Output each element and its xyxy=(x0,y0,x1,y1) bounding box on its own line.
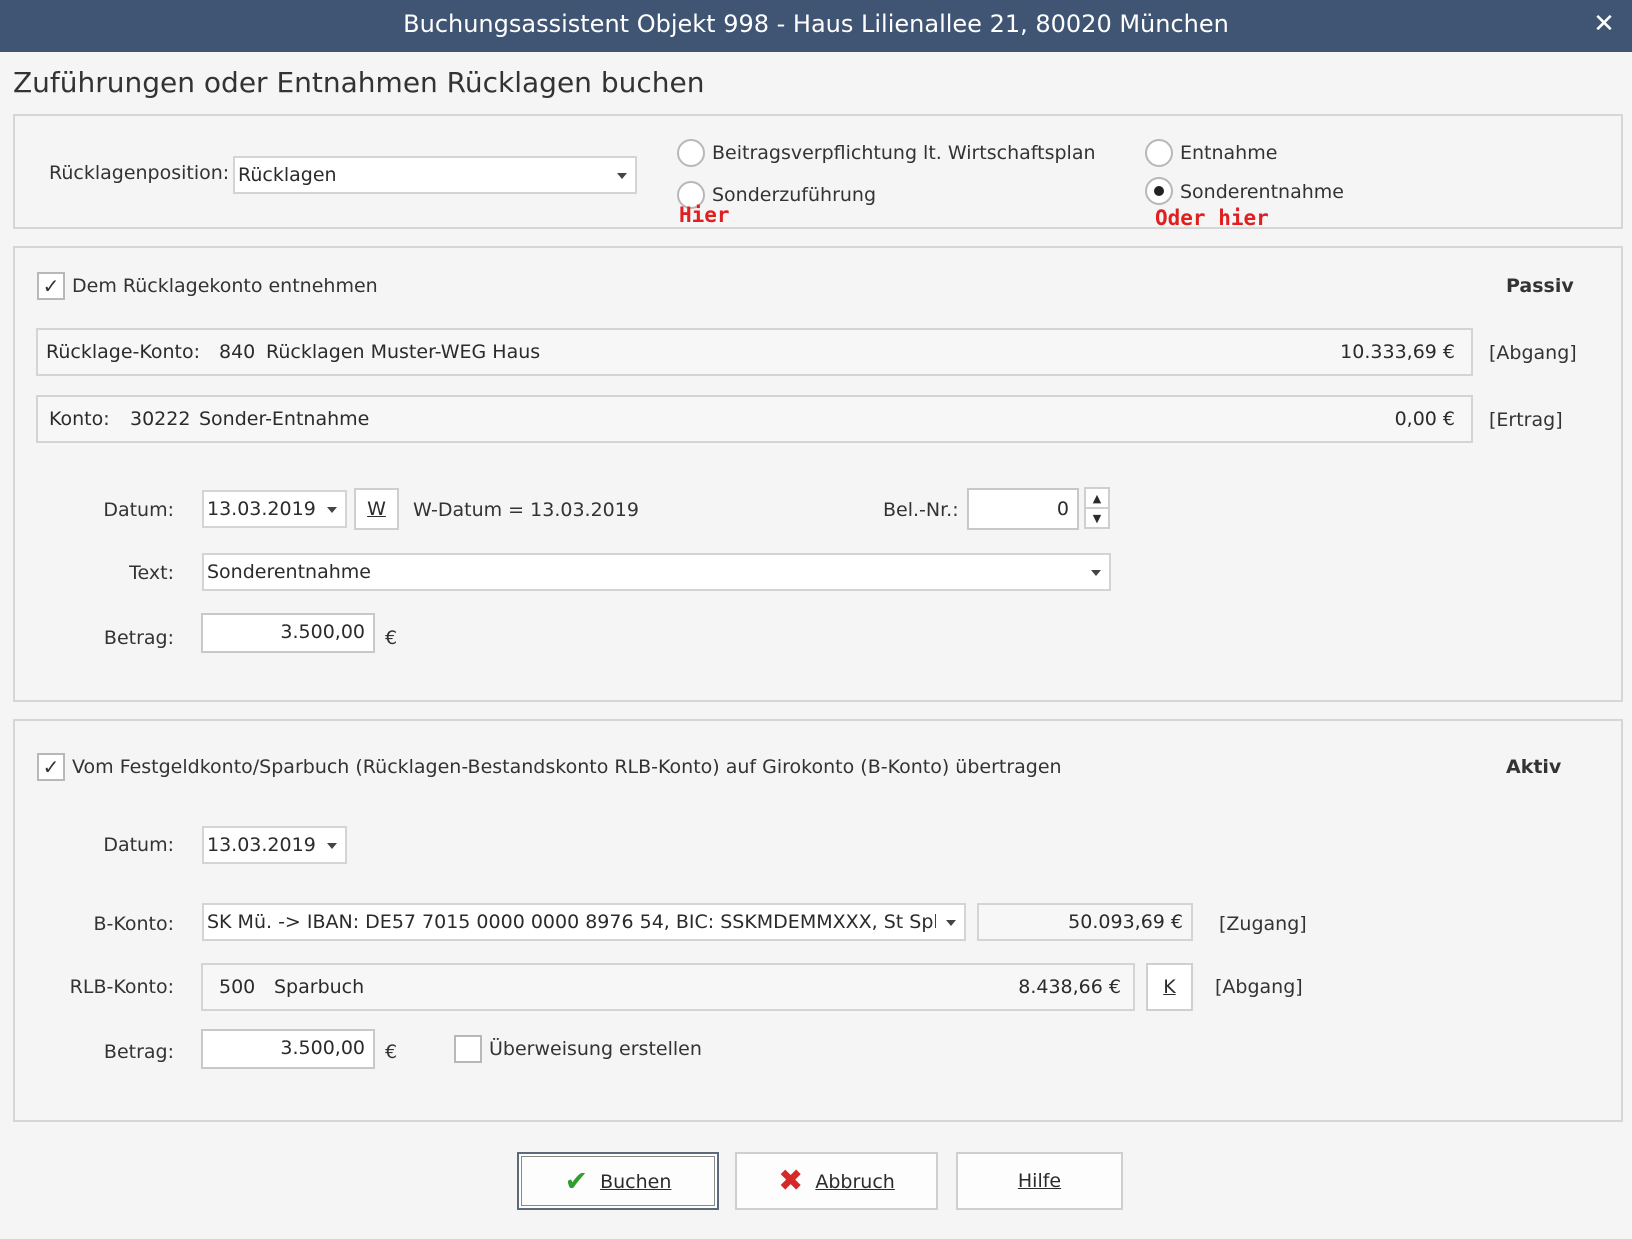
radio-beitrag-label[interactable]: Beitragsverpflichtung lt. Wirtschaftspla… xyxy=(712,142,1096,164)
ruecklage-konto-nr: 840 xyxy=(219,341,256,363)
aktiv-checkbox[interactable]: ✓ xyxy=(37,753,65,781)
radio-beitrag[interactable] xyxy=(677,139,705,167)
passiv-text-value: Sonderentnahme xyxy=(207,561,371,583)
hilfe-button[interactable]: Hilfe xyxy=(956,1152,1123,1210)
w-datum-button[interactable]: W xyxy=(354,488,399,530)
rlb-konto-name: Sparbuch xyxy=(274,976,365,998)
window-title: Buchungsassistent Objekt 998 - Haus Lili… xyxy=(403,10,1229,38)
checkmark-icon: ✔ xyxy=(564,1164,589,1198)
passiv-betrag-label: Betrag: xyxy=(103,627,174,649)
title-bar: Buchungsassistent Objekt 998 - Haus Lili… xyxy=(0,0,1632,52)
konto-amount: 0,00 € xyxy=(1394,408,1455,430)
aktiv-side-label: Aktiv xyxy=(1506,756,1562,778)
chevron-down-icon xyxy=(946,920,956,926)
belnr-input[interactable]: 0 xyxy=(967,488,1079,530)
page-title: Zuführungen oder Entnahmen Rücklagen buc… xyxy=(13,66,705,99)
chevron-down-icon xyxy=(327,507,337,513)
aktiv-betrag-label: Betrag: xyxy=(103,1041,174,1063)
passiv-text-select[interactable]: Sonderentnahme xyxy=(202,553,1111,591)
aktiv-datum-picker[interactable]: 13.03.2019 xyxy=(202,826,347,864)
annotation-oder-hier: Oder hier xyxy=(1155,206,1269,230)
passiv-betrag-input[interactable]: 3.500,00 xyxy=(201,613,375,653)
radio-sonderentnahme[interactable] xyxy=(1145,177,1173,205)
konto-nr: 30222 xyxy=(130,408,191,430)
rlb-konto-tag: [Abgang] xyxy=(1215,976,1303,998)
abbruch-label: Abbruch xyxy=(815,1170,895,1193)
konto-tag: [Ertrag] xyxy=(1489,409,1563,431)
chevron-down-icon xyxy=(1091,570,1101,576)
aktiv-betrag-input[interactable]: 3.500,00 xyxy=(201,1029,375,1069)
passiv-text-label: Text: xyxy=(129,562,174,584)
rlb-konto-amount: 8.438,66 € xyxy=(1018,976,1121,998)
aktiv-currency: € xyxy=(385,1041,398,1063)
radio-sonderzufuehrung-label[interactable]: Sonderzuführung xyxy=(712,184,876,206)
ruecklage-konto-tag: [Abgang] xyxy=(1489,342,1577,364)
position-select-value: Rücklagen xyxy=(238,164,337,186)
close-icon[interactable]: ✕ xyxy=(1584,0,1624,48)
belnr-down-icon[interactable]: ▼ xyxy=(1084,507,1110,529)
rlb-konto-nr: 500 xyxy=(219,976,256,998)
ueberweisung-label[interactable]: Überweisung erstellen xyxy=(489,1038,702,1060)
passiv-side-label: Passiv xyxy=(1506,275,1574,297)
bkonto-amount: 50.093,69 € xyxy=(977,903,1193,941)
ruecklage-konto-field: Rücklage-Konto: 840 Rücklagen Muster-WEG… xyxy=(36,328,1473,376)
position-select[interactable]: Rücklagen xyxy=(233,156,637,194)
konto-field: Konto: 30222 Sonder-Entnahme 0,00 € xyxy=(36,395,1473,443)
abbruch-button[interactable]: ✖ Abbruch xyxy=(735,1152,938,1210)
belnr-label: Bel.-Nr.: xyxy=(883,499,959,521)
aktiv-checkbox-label[interactable]: Vom Festgeldkonto/Sparbuch (Rücklagen-Be… xyxy=(72,756,1062,778)
chevron-down-icon xyxy=(617,173,627,179)
buchen-label: Buchen xyxy=(600,1170,672,1193)
w-datum-text: W-Datum = 13.03.2019 xyxy=(413,499,639,521)
passiv-currency: € xyxy=(385,627,398,649)
bkonto-tag: [Zugang] xyxy=(1219,913,1307,935)
passiv-datum-picker[interactable]: 13.03.2019 xyxy=(202,490,347,528)
konto-label: Konto: xyxy=(49,408,110,430)
aktiv-datum-label: Datum: xyxy=(103,834,174,856)
bkonto-value: SK Mü. -> IBAN: DE57 7015 0000 0000 8976… xyxy=(207,911,936,933)
buchen-button[interactable]: ✔ Buchen xyxy=(517,1152,719,1210)
position-label: Rücklagenposition: xyxy=(49,162,230,184)
passiv-checkbox-label[interactable]: Dem Rücklagekonto entnehmen xyxy=(72,275,378,297)
belnr-up-icon[interactable]: ▲ xyxy=(1084,487,1110,509)
passiv-datum-value: 13.03.2019 xyxy=(207,498,316,520)
ruecklage-konto-label: Rücklage-Konto: xyxy=(46,341,201,363)
radio-sonderentnahme-label[interactable]: Sonderentnahme xyxy=(1180,181,1344,203)
ruecklage-konto-name: Rücklagen Muster-WEG Haus xyxy=(266,341,541,363)
konto-name: Sonder-Entnahme xyxy=(199,408,370,430)
radio-entnahme-label[interactable]: Entnahme xyxy=(1180,142,1277,164)
rlb-konto-field: 500 Sparbuch 8.438,66 € xyxy=(201,963,1135,1011)
rlb-konto-label: RLB-Konto: xyxy=(69,976,174,998)
passiv-datum-label: Datum: xyxy=(103,499,174,521)
cancel-x-icon: ✖ xyxy=(778,1163,804,1199)
ueberweisung-checkbox[interactable] xyxy=(454,1035,482,1063)
k-button[interactable]: K xyxy=(1146,963,1193,1011)
radio-entnahme[interactable] xyxy=(1145,139,1173,167)
passiv-checkbox[interactable]: ✓ xyxy=(37,272,65,300)
hilfe-label: Hilfe xyxy=(1017,1170,1062,1192)
ruecklage-konto-amount: 10.333,69 € xyxy=(1340,341,1455,363)
bkonto-select[interactable]: SK Mü. -> IBAN: DE57 7015 0000 0000 8976… xyxy=(202,903,966,941)
chevron-down-icon xyxy=(327,843,337,849)
annotation-hier: Hier xyxy=(679,203,730,227)
bkonto-label: B-Konto: xyxy=(93,913,174,935)
aktiv-datum-value: 13.03.2019 xyxy=(207,834,316,856)
